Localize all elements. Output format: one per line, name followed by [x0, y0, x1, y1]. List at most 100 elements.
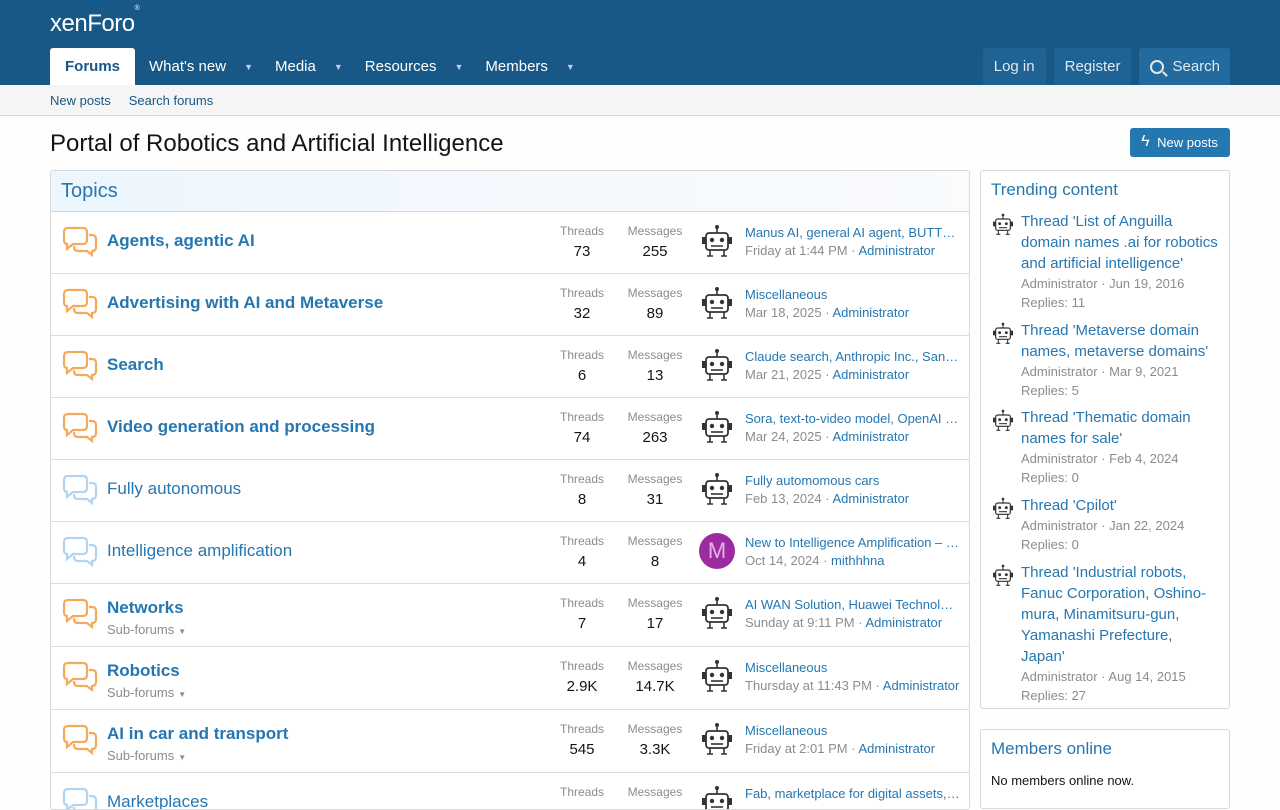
trending-replies: Replies: 0: [1021, 537, 1079, 552]
forum-bubbles-icon[interactable]: [61, 350, 99, 382]
forum-bubbles-icon[interactable]: [61, 474, 99, 506]
site-logo[interactable]: xenForo®: [50, 5, 140, 38]
messages-stat: Messages 8: [627, 534, 683, 570]
messages-stat: Messages 17: [627, 596, 683, 632]
last-post-title[interactable]: Claude search, Anthropic Inc., San Franc…: [745, 349, 960, 364]
robot-avatar-icon[interactable]: [699, 286, 735, 322]
nav-tab-forums[interactable]: Forums: [50, 48, 136, 85]
messages-stat: Messages 13: [627, 348, 683, 384]
robot-avatar-icon[interactable]: [699, 224, 735, 260]
forum-title[interactable]: Intelligence amplification: [107, 541, 292, 561]
last-post-title[interactable]: New to Intelligence Amplification – Intr…: [745, 535, 960, 550]
trending-thread-link[interactable]: Thread 'Thematic domain names for sale': [1021, 407, 1219, 449]
forum-node: Marketplaces Threads Messages Fab, marketpl…: [51, 773, 969, 810]
trending-item: Thread 'Cpilot' Administrator · Jan 22, 2…: [991, 495, 1219, 554]
trending-thread-link[interactable]: Thread 'List of Anguilla domain names .a…: [1021, 211, 1219, 274]
robot-avatar-icon[interactable]: [991, 497, 1015, 521]
robot-avatar-icon[interactable]: [699, 472, 735, 508]
last-post-user[interactable]: Administrator: [832, 305, 909, 320]
members-online-header[interactable]: Members online: [981, 730, 1229, 759]
last-post-user[interactable]: Administrator: [832, 429, 909, 444]
trending-meta: Administrator · Feb 4, 2024: [1021, 451, 1179, 466]
robot-avatar-icon[interactable]: [991, 564, 1015, 588]
search-forums-link[interactable]: Search forums: [129, 93, 214, 108]
subforums-toggle[interactable]: Sub-forums ▼: [107, 685, 186, 700]
robot-avatar-icon[interactable]: [699, 785, 735, 810]
login-button[interactable]: Log in: [982, 48, 1046, 85]
last-post-title[interactable]: Sora, text-to-video model, OpenAI Inc.: [745, 411, 960, 426]
new-posts-link[interactable]: New posts: [50, 93, 111, 108]
messages-stat: Messages 31: [627, 472, 683, 508]
last-post-title[interactable]: Miscellaneous: [745, 723, 960, 738]
forum-bubbles-icon[interactable]: [61, 598, 99, 630]
last-post-title[interactable]: AI WAN Solution, Huawei Technologies: [745, 597, 960, 612]
robot-avatar-icon[interactable]: [699, 596, 735, 632]
messages-stat: Messages 89: [627, 286, 683, 322]
forum-bubbles-icon[interactable]: [61, 226, 99, 258]
forum-bubbles-icon[interactable]: [61, 412, 99, 444]
last-post-user[interactable]: Administrator: [832, 367, 909, 382]
forum-bubbles-icon[interactable]: [61, 661, 99, 693]
subforums-toggle[interactable]: Sub-forums ▼: [107, 748, 186, 763]
nav-tab-members[interactable]: Members ▼: [471, 48, 582, 85]
last-post-user[interactable]: Administrator: [832, 491, 909, 506]
robot-avatar-icon[interactable]: [991, 213, 1015, 237]
robot-avatar-icon[interactable]: [699, 410, 735, 446]
search-button[interactable]: Search: [1139, 48, 1230, 85]
nav-tab-media[interactable]: Media ▼: [261, 48, 351, 85]
last-post-meta: Sunday at 9:11 PM · Administrator: [745, 615, 943, 630]
trending-header[interactable]: Trending content: [981, 171, 1229, 200]
last-post-user[interactable]: mithhhna: [831, 553, 884, 568]
trending-thread-link[interactable]: Thread 'Industrial robots, Fanuc Corpora…: [1021, 562, 1219, 667]
last-post-user[interactable]: Administrator: [858, 741, 935, 756]
chevron-down-icon[interactable]: ▼: [566, 62, 575, 72]
last-post-title[interactable]: Fully automomous cars: [745, 473, 960, 488]
messages-stat: Messages: [627, 785, 683, 799]
last-post-user[interactable]: Administrator: [858, 243, 935, 258]
robot-avatar-icon[interactable]: [991, 409, 1015, 433]
forum-title[interactable]: AI in car and transport: [107, 724, 288, 744]
forum-bubbles-icon[interactable]: [61, 536, 99, 568]
robot-avatar-icon[interactable]: [699, 659, 735, 695]
robot-avatar-icon[interactable]: [991, 322, 1015, 346]
forum-node: Advertising with AI and Metaverse Threads…: [51, 274, 969, 336]
forum-title[interactable]: Advertising with AI and Metaverse: [107, 293, 383, 313]
bolt-icon: [1141, 133, 1151, 151]
chevron-down-icon[interactable]: ▼: [244, 62, 253, 72]
forum-bubbles-icon[interactable]: [61, 787, 99, 810]
trending-thread-link[interactable]: Thread 'Cpilot': [1021, 495, 1219, 516]
register-button[interactable]: Register: [1053, 48, 1132, 85]
last-post-title[interactable]: Fab, marketplace for digital assets, Epi…: [745, 786, 960, 801]
last-post-user[interactable]: Administrator: [865, 615, 942, 630]
forum-title[interactable]: Networks: [107, 598, 184, 618]
forum-title[interactable]: Robotics: [107, 661, 180, 681]
forum-title[interactable]: Search: [107, 355, 164, 375]
forum-bubbles-icon[interactable]: [61, 288, 99, 320]
forum-title[interactable]: Fully autonomous: [107, 479, 241, 499]
last-post-title[interactable]: Miscellaneous: [745, 287, 960, 302]
chevron-down-icon: ▼: [178, 690, 187, 699]
forum-node: Fully autonomous Threads 8 Messages 31 Fully …: [51, 460, 969, 522]
last-post-title[interactable]: Miscellaneous: [745, 660, 960, 675]
forum-node: Networks Sub-forums ▼ Threads 7 Messages 17 AI …: [51, 584, 969, 647]
forum-bubbles-icon[interactable]: [61, 724, 99, 756]
forum-title[interactable]: Video generation and processing: [107, 417, 375, 437]
trending-item: Thread 'List of Anguilla domain names .a…: [991, 211, 1219, 312]
robot-avatar-icon[interactable]: [699, 722, 735, 758]
forum-node: Video generation and processing Threads 74…: [51, 398, 969, 460]
last-post-user[interactable]: Administrator: [883, 678, 960, 693]
trending-meta: Administrator · Mar 9, 2021: [1021, 364, 1179, 379]
last-post-title[interactable]: Manus AI, general AI agent, BUTTERFLY EF…: [745, 225, 960, 240]
chevron-down-icon[interactable]: ▼: [334, 62, 343, 72]
robot-avatar-icon[interactable]: [699, 348, 735, 384]
nav-tab-resources[interactable]: Resources ▼: [351, 48, 472, 85]
new-posts-button[interactable]: New posts: [1130, 128, 1230, 157]
forum-title[interactable]: Agents, agentic AI: [107, 231, 255, 251]
forum-title[interactable]: Marketplaces: [107, 792, 208, 809]
nav-tab-whats-new[interactable]: What's new ▼: [135, 48, 261, 85]
avatar[interactable]: M: [699, 533, 735, 569]
chevron-down-icon[interactable]: ▼: [454, 62, 463, 72]
subforums-toggle[interactable]: Sub-forums ▼: [107, 622, 186, 637]
category-header[interactable]: Topics: [51, 171, 969, 212]
trending-thread-link[interactable]: Thread 'Metaverse domain names, metavers…: [1021, 320, 1219, 362]
